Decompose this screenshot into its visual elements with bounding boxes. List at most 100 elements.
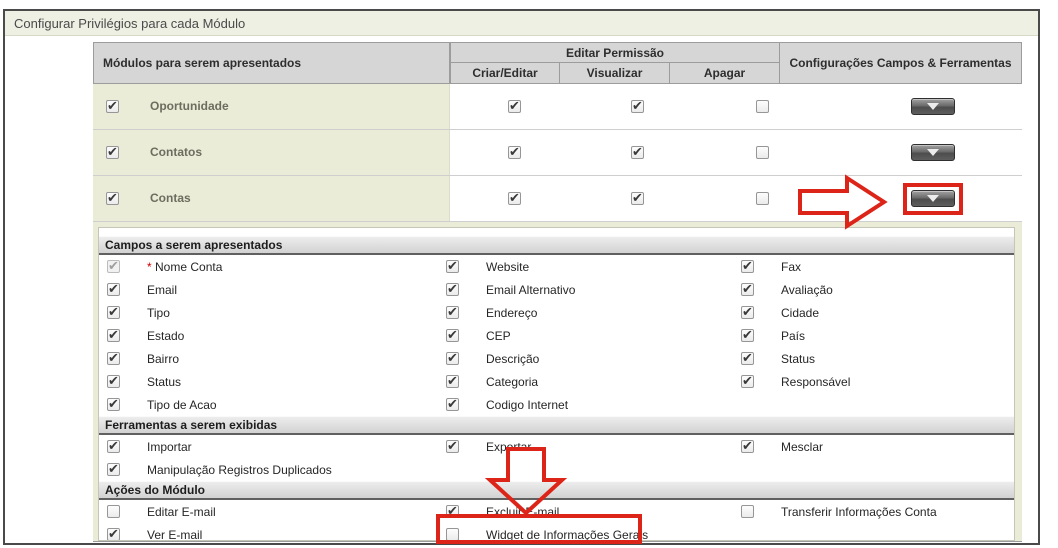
detail-item-label-tipo: Tipo <box>147 306 170 320</box>
status-checkbox[interactable] <box>741 352 754 365</box>
detail-item-row: Tipo Endereço Cidade <box>99 301 1014 324</box>
header-delete: Apagar <box>669 62 780 84</box>
codigo-internet-checkbox[interactable] <box>446 398 459 411</box>
tipo-checkbox[interactable] <box>107 306 120 319</box>
detail-item-row: Estado CEP País <box>99 324 1014 347</box>
detail-item-row: Editar E-mailExcluir E-mailTransferir In… <box>99 500 1014 523</box>
chevron-down-icon <box>927 195 939 202</box>
view-checkbox-contatos[interactable] <box>631 146 644 159</box>
widget-de-informacoes-gerais-checkbox[interactable] <box>446 528 459 541</box>
endereco-checkbox[interactable] <box>446 306 459 319</box>
detail-item-row: ImportarExportarMesclar <box>99 435 1014 458</box>
cep-checkbox[interactable] <box>446 329 459 342</box>
detail-item-row: Manipulação Registros Duplicados <box>99 458 1014 481</box>
detail-item-label-ver-e-mail: Ver E-mail <box>147 528 202 541</box>
create-edit-checkbox-oportunidade[interactable] <box>508 100 521 113</box>
module-enabled-checkbox-contatos[interactable] <box>106 146 119 159</box>
responsavel-checkbox[interactable] <box>741 375 754 388</box>
module-cell: Contatos <box>93 130 450 175</box>
delete-checkbox-oportunidade[interactable] <box>756 100 769 113</box>
detail-item-label-categoria: Categoria <box>486 375 538 389</box>
detail-item-row: Bairro Descrição Status <box>99 347 1014 370</box>
detail-item-label-descricao: Descrição <box>486 352 539 366</box>
nome-conta-checkbox[interactable] <box>107 260 120 273</box>
module-label: Contas <box>150 192 191 205</box>
detail-item-label-cep: CEP <box>486 329 511 343</box>
cidade-checkbox[interactable] <box>741 306 754 319</box>
module-enabled-checkbox-contas[interactable] <box>106 192 119 205</box>
detail-item-label-pais: País <box>781 329 805 343</box>
detail-item-label-cidade: Cidade <box>781 306 819 320</box>
settings-dropdown-button-contas[interactable] <box>911 190 955 207</box>
detail-item-label-website: Website <box>486 260 529 274</box>
module-cell: Oportunidade <box>93 84 450 129</box>
tipo-de-acao-checkbox[interactable] <box>107 398 120 411</box>
detail-item-label-transferir-informacoes-conta: Transferir Informações Conta <box>781 505 937 519</box>
estado-checkbox[interactable] <box>107 329 120 342</box>
module-row-contas: Contas <box>93 176 1022 222</box>
categoria-checkbox[interactable] <box>446 375 459 388</box>
delete-checkbox-contas[interactable] <box>756 192 769 205</box>
pais-checkbox[interactable] <box>741 329 754 342</box>
detail-item-row: Tipo de Acao Codigo Internet <box>99 393 1014 416</box>
editar-e-mail-checkbox[interactable] <box>107 505 120 518</box>
section-header-acoes-do-modulo: Ações do Módulo <box>99 481 1014 500</box>
detail-item-label-email-alternativo: Email Alternativo <box>486 283 575 297</box>
header-edit-permission: Editar Permissão <box>450 42 780 63</box>
detail-item-label-fax: Fax <box>781 260 801 274</box>
bairro-checkbox[interactable] <box>107 352 120 365</box>
detail-item-label-status: Status <box>781 352 815 366</box>
delete-checkbox-contatos[interactable] <box>756 146 769 159</box>
status-checkbox[interactable] <box>107 375 120 388</box>
importar-checkbox[interactable] <box>107 440 120 453</box>
transferir-informacoes-conta-checkbox[interactable] <box>741 505 754 518</box>
detail-item-label-tipo-de-acao: Tipo de Acao <box>147 398 217 412</box>
mesclar-checkbox[interactable] <box>741 440 754 453</box>
page: Configurar Privilégios para cada Módulo … <box>0 0 1058 548</box>
view-checkbox-contas[interactable] <box>631 192 644 205</box>
module-cell: Contas <box>93 176 450 221</box>
detail-item-label-manipulacao-registros-duplicados: Manipulação Registros Duplicados <box>147 463 332 477</box>
create-edit-checkbox-contatos[interactable] <box>508 146 521 159</box>
detail-item-label-email: Email <box>147 283 177 297</box>
chevron-down-icon <box>927 103 939 110</box>
module-label: Contatos <box>150 146 202 159</box>
view-checkbox-oportunidade[interactable] <box>631 100 644 113</box>
detail-item-label-bairro: Bairro <box>147 352 179 366</box>
detail-item-label-excluir-e-mail: Excluir E-mail <box>486 505 559 519</box>
header-view: Visualizar <box>559 62 670 84</box>
detail-item-label-estado: Estado <box>147 329 184 343</box>
avaliacao-checkbox[interactable] <box>741 283 754 296</box>
detail-item-row: * Nome Conta Website Fax <box>99 255 1014 278</box>
create-edit-checkbox-contas[interactable] <box>508 192 521 205</box>
detail-item-row: Ver E-mail Widget de Informações Gerais <box>99 523 1014 541</box>
header-modules: Módulos para serem apresentados <box>93 42 450 84</box>
fax-checkbox[interactable] <box>741 260 754 273</box>
detail-item-label-codigo-internet: Codigo Internet <box>486 398 568 412</box>
detail-item-row: Email Email Alternativo Avaliação <box>99 278 1014 301</box>
header-settings: Configurações Campos & Ferramentas <box>779 42 1022 84</box>
required-marker: * <box>147 260 155 274</box>
page-title: Configurar Privilégios para cada Módulo <box>14 16 245 31</box>
chevron-down-icon <box>927 149 939 156</box>
detail-item-label-importar: Importar <box>147 440 192 454</box>
website-checkbox[interactable] <box>446 260 459 273</box>
email-alternativo-checkbox[interactable] <box>446 283 459 296</box>
module-label: Oportunidade <box>150 100 229 113</box>
excluir-e-mail-checkbox[interactable] <box>446 505 459 518</box>
detail-item-label-endereco: Endereço <box>486 306 537 320</box>
detail-item-label-responsavel: Responsável <box>781 375 850 389</box>
email-checkbox[interactable] <box>107 283 120 296</box>
exportar-checkbox[interactable] <box>446 440 459 453</box>
manipulacao-registros-duplicados-checkbox[interactable] <box>107 463 120 476</box>
ver-e-mail-checkbox[interactable] <box>107 528 120 541</box>
settings-dropdown-button-oportunidade[interactable] <box>911 98 955 115</box>
module-row-contatos: Contatos <box>93 130 1022 176</box>
detail-item-label-widget-de-informacoes-gerais: Widget de Informações Gerais <box>486 528 648 541</box>
detail-item-label-avaliacao: Avaliação <box>781 283 833 297</box>
detail-item-label-nome-conta: * Nome Conta <box>147 260 222 274</box>
settings-dropdown-button-contatos[interactable] <box>911 144 955 161</box>
descricao-checkbox[interactable] <box>446 352 459 365</box>
detail-item-label-mesclar: Mesclar <box>781 440 823 454</box>
module-enabled-checkbox-oportunidade[interactable] <box>106 100 119 113</box>
